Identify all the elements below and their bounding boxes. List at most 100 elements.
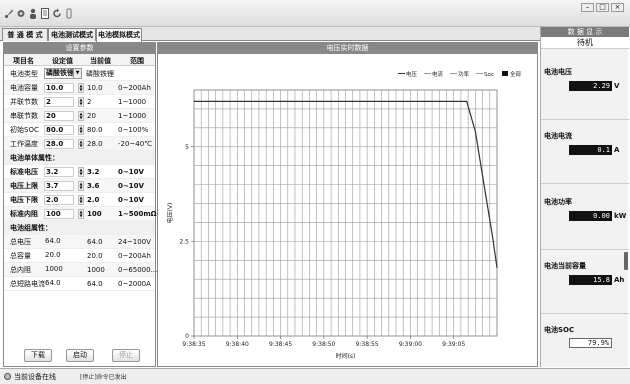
- refresh-icon[interactable]: [52, 8, 62, 19]
- param-stepper[interactable]: ▲ ▼: [78, 83, 84, 93]
- param-name: 电压下限: [10, 196, 38, 204]
- settings-header-row: 项目名 设定值 当前值 范围: [4, 54, 155, 66]
- y-axis-label: 电压(V): [166, 203, 174, 224]
- mode-tabs: 普 通 模 式 电池测试模式 电池模拟模式: [0, 27, 540, 42]
- param-set-input[interactable]: 64.0: [44, 279, 74, 289]
- param-current: 磷酸铁锂: [86, 70, 114, 78]
- param-range: 0~2000A: [118, 280, 151, 288]
- start-button[interactable]: 启动: [66, 349, 94, 362]
- person-icon[interactable]: [28, 8, 38, 19]
- legend-label: 全部: [510, 70, 522, 78]
- download-button[interactable]: 下载: [24, 349, 52, 362]
- param-current: 3.6: [87, 182, 100, 190]
- battery-type-select[interactable]: 磷酸铁锂 ▼: [44, 68, 82, 79]
- toolbar: – □ ×: [0, 0, 630, 27]
- param-set-input[interactable]: 28.0: [44, 139, 74, 149]
- param-stepper[interactable]: ▲ ▼: [78, 111, 84, 121]
- maximize-button[interactable]: □: [596, 3, 609, 12]
- info-icon[interactable]: [64, 8, 74, 19]
- param-set-input[interactable]: 10.0: [44, 83, 74, 93]
- param-set-input[interactable]: 80.0: [44, 125, 74, 135]
- param-current: 2: [87, 98, 92, 106]
- window-controls: – □ ×: [581, 3, 624, 12]
- data-display-panel: 数 据 显 示 待机 电池电压 2.29 V 电池电流 0.1 A 电池功率 0.00 kW 电池…: [540, 27, 629, 367]
- param-name: 工作温度: [10, 140, 38, 148]
- param-set-input[interactable]: 100: [44, 209, 74, 219]
- param-stepper[interactable]: ▲ ▼: [78, 97, 84, 107]
- tab-battery-simulation-mode[interactable]: 电池模拟模式: [96, 28, 142, 42]
- param-set-input[interactable]: 1000: [44, 265, 74, 275]
- display-title: 数 据 显 示: [541, 27, 629, 37]
- x-tick-label: 9:39:00: [399, 341, 422, 348]
- chevron-down-icon: ▼: [73, 69, 81, 78]
- param-stepper[interactable]: ▲ ▼: [78, 195, 84, 205]
- param-row: 工作温度 28.0 ▲ ▼ 28.0 -20~40℃: [4, 137, 155, 151]
- legend-label: 功率: [458, 70, 470, 78]
- param-row: 串联节数 20 ▲ ▼ 20 1~1000: [4, 109, 155, 123]
- param-stepper[interactable]: ▲ ▼: [78, 181, 84, 191]
- display-label: 电池SOC: [544, 326, 575, 334]
- param-name: 总内阻: [10, 266, 31, 274]
- stop-button[interactable]: 停止: [112, 349, 140, 362]
- param-row: 并联节数 2 ▲ ▼ 2 1~1000: [4, 95, 155, 109]
- param-row-battery-type: 电池类型 磷酸铁锂 ▼ 磷酸铁锂: [4, 67, 155, 81]
- y-tick-label: 0: [185, 333, 189, 340]
- display-separator: [541, 249, 629, 250]
- y-tick-label: 2.5: [179, 238, 189, 245]
- chart-panel: 电压实时数据 9:38:35 9:38:40 9:38:45 9:38:50 9:38:…: [157, 42, 538, 367]
- display-label: 电池当前容量: [544, 262, 586, 270]
- x-tick-label: 9:39:05: [442, 341, 465, 348]
- wrench-icon[interactable]: [4, 8, 14, 19]
- header-range: 范围: [130, 57, 144, 65]
- document-icon[interactable]: [40, 8, 50, 19]
- battery-type-selected: 磷酸铁锂: [46, 69, 74, 77]
- param-stepper[interactable]: ▲ ▼: [78, 209, 84, 219]
- param-set-input[interactable]: 20.0: [44, 251, 74, 261]
- param-stepper[interactable]: ▲ ▼: [78, 139, 84, 149]
- display-label: 电池功率: [544, 198, 572, 206]
- param-row: 总短路电流 64.0 64.0 0~2000A: [4, 277, 155, 291]
- display-unit: Ah: [614, 276, 625, 284]
- param-set-input[interactable]: 2.0: [44, 195, 74, 205]
- param-set-input[interactable]: 20: [44, 111, 74, 121]
- section-title: 电池组属性：: [10, 224, 52, 232]
- x-axis-label: 时间(s): [336, 352, 356, 360]
- param-range: 1~1000: [118, 112, 147, 120]
- scroll-handle[interactable]: [624, 252, 628, 270]
- status-connection: 当前设备在线: [14, 373, 56, 381]
- param-current: 64.0: [87, 280, 103, 288]
- x-tick-label: 9:38:55: [356, 341, 379, 348]
- display-value: 15.8: [569, 275, 612, 285]
- display-unit: V: [614, 82, 620, 90]
- legend-swatch: [502, 71, 508, 76]
- param-range: 0~200Ah: [118, 84, 151, 92]
- gear-icon[interactable]: [16, 8, 26, 19]
- param-current: 100: [87, 210, 102, 218]
- param-row: 标准电压 3.2 ▲ ▼ 3.2 0~10V: [4, 165, 155, 179]
- x-tick-label: 9:38:45: [269, 341, 292, 348]
- minimize-button[interactable]: –: [581, 3, 594, 12]
- param-stepper[interactable]: ▲ ▼: [78, 167, 84, 177]
- param-set-input[interactable]: 3.7: [44, 181, 74, 191]
- param-current: 2.0: [87, 196, 100, 204]
- display-value: 79.9%: [569, 338, 612, 348]
- tab-normal-mode[interactable]: 普 通 模 式: [2, 28, 48, 41]
- display-unit: A: [614, 146, 620, 154]
- param-range: 0~65000...: [118, 266, 158, 274]
- param-row: 电压上限 3.7 ▲ ▼ 3.6 0~10V: [4, 179, 155, 193]
- x-tick-label: 9:38:40: [226, 341, 249, 348]
- param-set-input[interactable]: 64.0: [44, 237, 74, 247]
- voltage-chart[interactable]: 9:38:35 9:38:40 9:38:45 9:38:50 9:38:55 9:39:…: [158, 54, 537, 366]
- param-current: 10.0: [87, 84, 103, 92]
- settings-panel: 设置参数 项目名 设定值 当前值 范围 电池类型 磷酸铁锂 ▼ 磷酸铁锂 电池容量 10.…: [3, 42, 158, 367]
- param-set-input[interactable]: 2: [44, 97, 74, 107]
- close-button[interactable]: ×: [611, 3, 624, 12]
- param-set-input[interactable]: 3.2: [44, 167, 74, 177]
- display-value: 2.29: [569, 81, 612, 91]
- tab-battery-test-mode[interactable]: 电池测试模式: [48, 28, 96, 41]
- param-row: 总内阻 1000 1000 0~65000...: [4, 263, 158, 277]
- param-name: 电压上限: [10, 182, 38, 190]
- param-row: 电压下限 2.0 ▲ ▼ 2.0 0~10V: [4, 193, 155, 207]
- param-stepper[interactable]: ▲ ▼: [78, 125, 84, 135]
- display-value: 0.00: [569, 211, 612, 221]
